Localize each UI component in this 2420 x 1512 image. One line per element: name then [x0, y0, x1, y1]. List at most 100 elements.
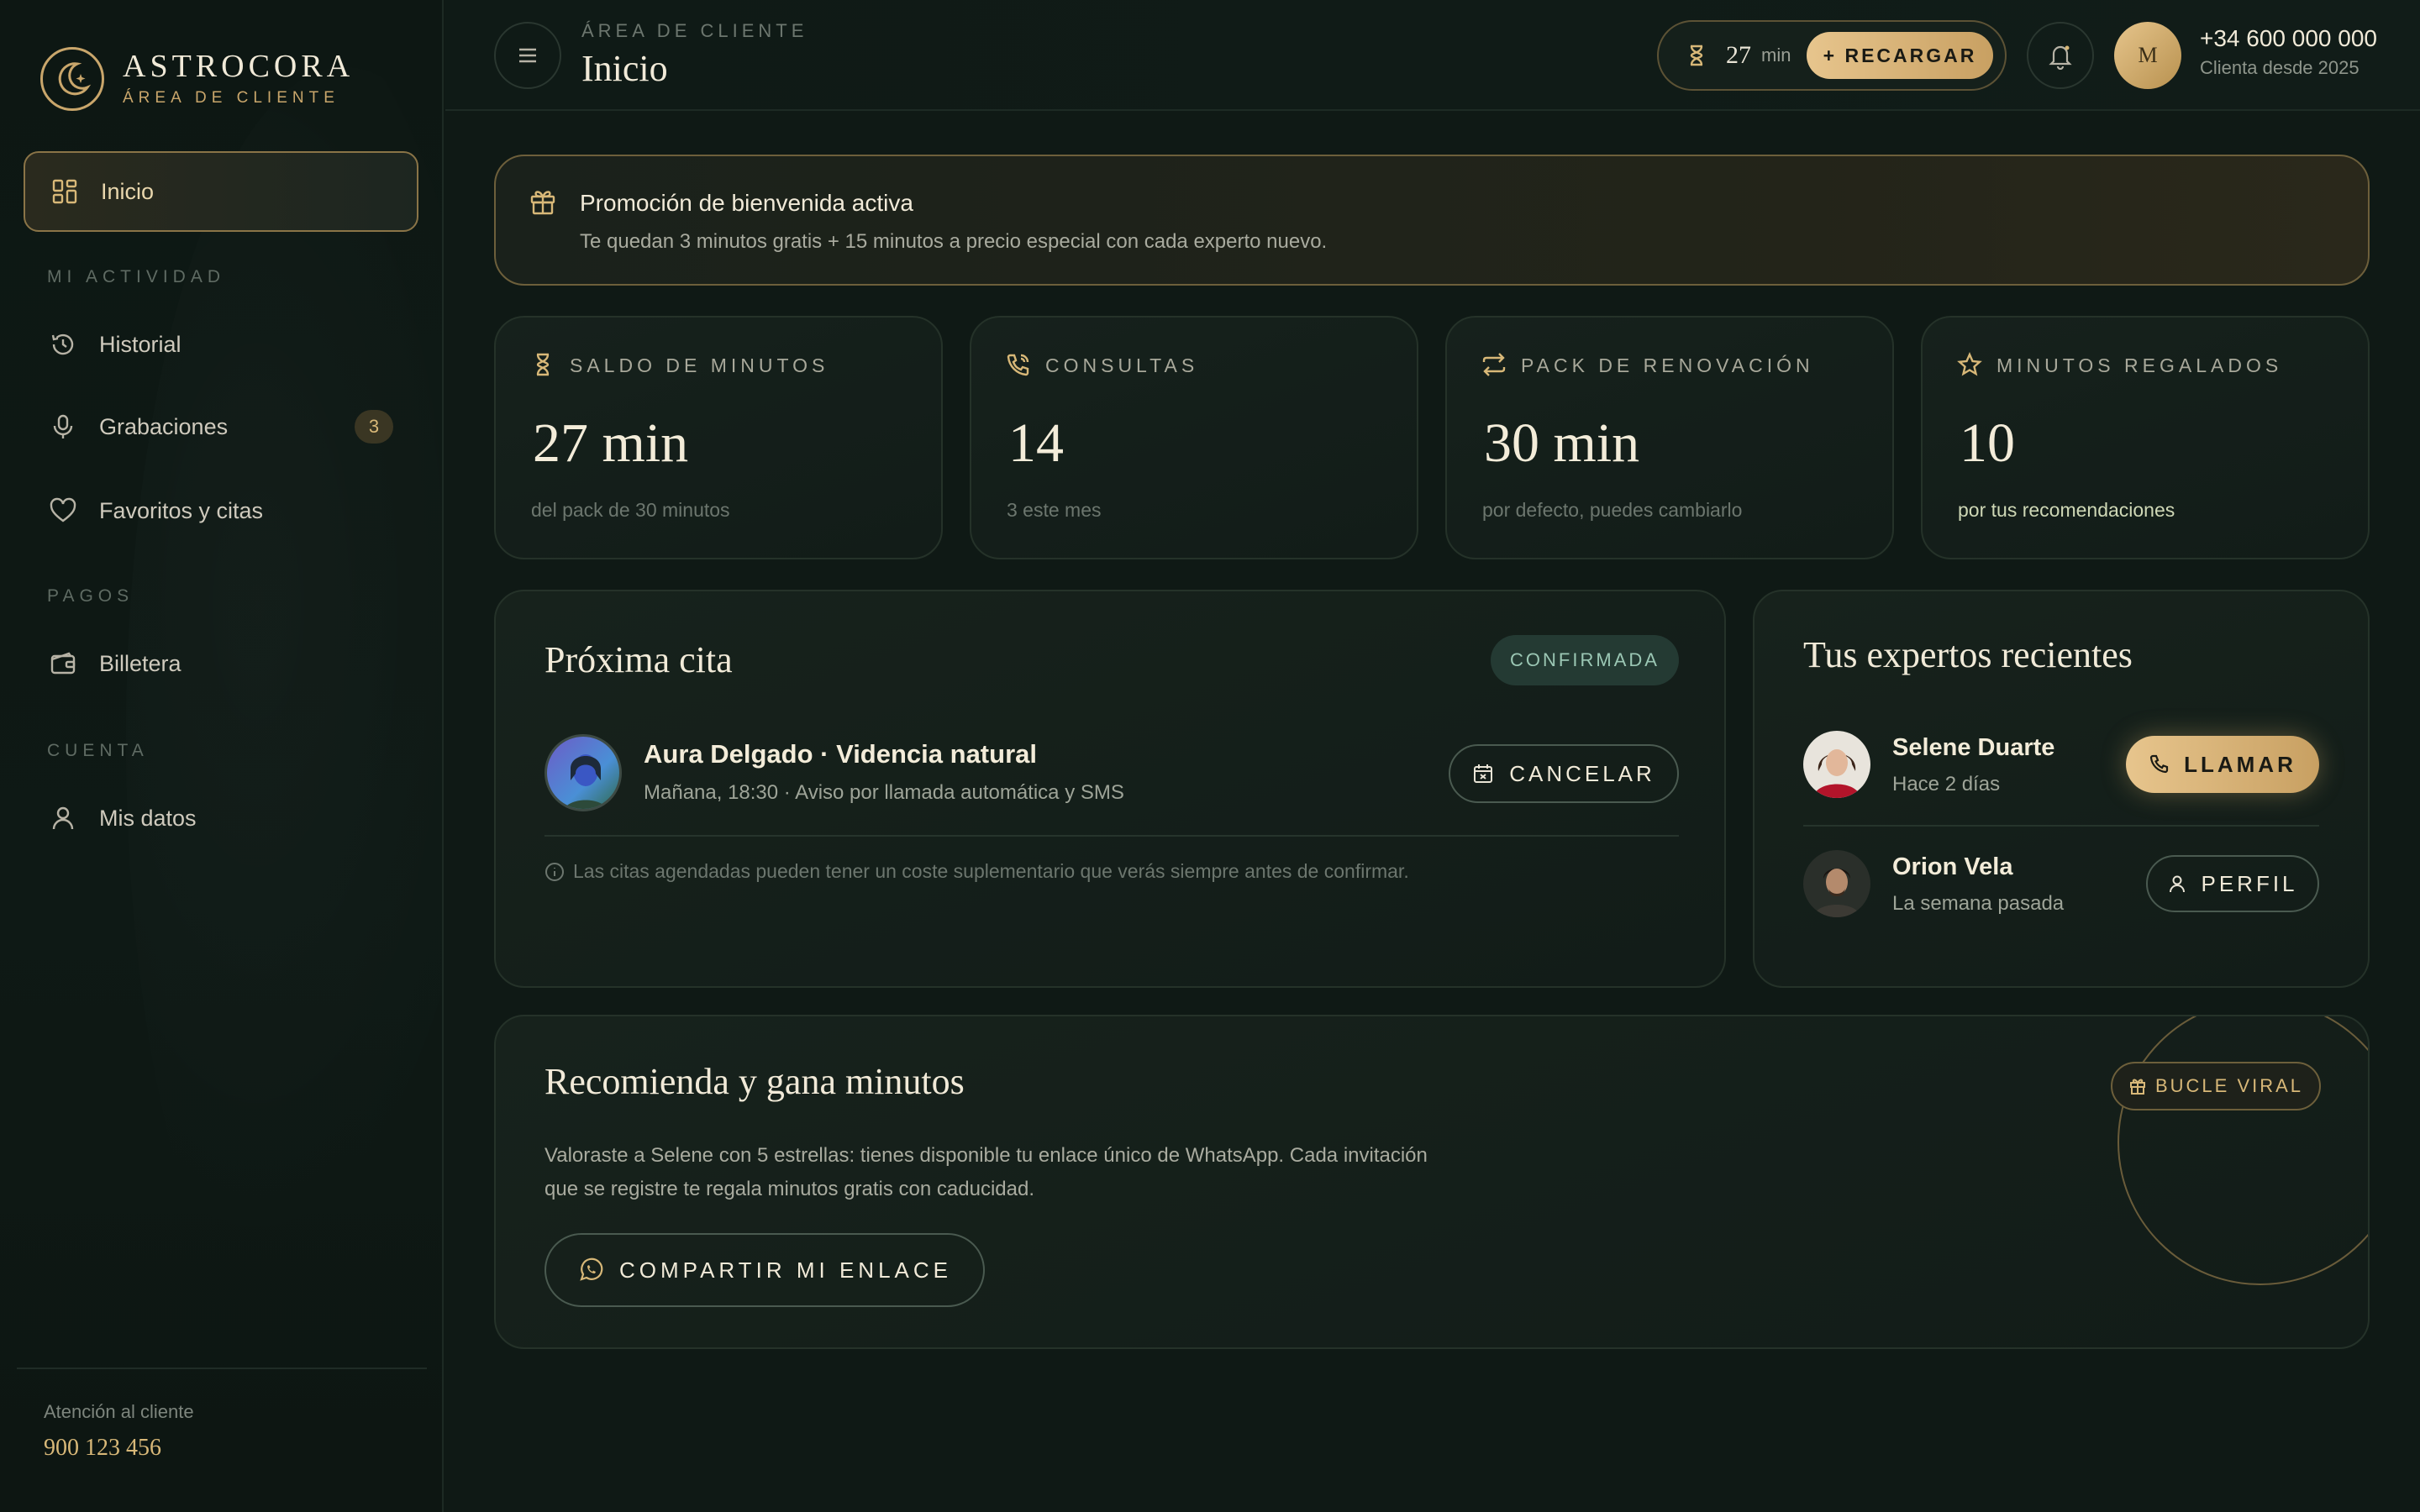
- sidebar-item-historial[interactable]: Historial: [24, 311, 418, 378]
- share-label: COMPARTIR MI ENLACE: [619, 1257, 952, 1283]
- cancel-label: CANCELAR: [1509, 760, 1655, 786]
- sidebar-item-label: Mis datos: [99, 805, 197, 831]
- stat-card-renovacion: PACK DE RENOVACIÓN 30 min por defecto, p…: [1445, 316, 1894, 559]
- next-appointment-card: Próxima cita CONFIRMADA Aura Delgado · V…: [494, 590, 1726, 988]
- status-badge: CONFIRMADA: [1491, 635, 1679, 685]
- avatar[interactable]: M: [2114, 22, 2181, 89]
- user-phone: +34 600 000 000: [2200, 25, 2377, 51]
- recent-experts-card: Tus expertos recientes Selene Duarte Hac…: [1753, 590, 2370, 988]
- cancel-appointment-button[interactable]: CANCELAR: [1449, 744, 1679, 803]
- page-title: Inicio: [581, 48, 668, 89]
- sidebar-item-mis-datos[interactable]: Mis datos: [24, 785, 418, 852]
- sidebar-item-inicio[interactable]: Inicio: [24, 151, 418, 232]
- phone-icon: [2150, 754, 2169, 774]
- gift-icon: [2129, 1079, 2145, 1095]
- stat-card-saldo: SALDO DE MINUTOS 27 min del pack de 30 m…: [494, 316, 943, 559]
- recharge-button[interactable]: + RECARGAR: [1807, 32, 1993, 79]
- header-kicker: ÁREA DE CLIENTE: [581, 20, 808, 41]
- expert-avatar[interactable]: [1803, 850, 1870, 917]
- stat-value: 27 min: [533, 412, 689, 474]
- stat-sub: por defecto, puedes cambiarlo: [1482, 499, 1743, 521]
- stat-sub: por tus recomendaciones: [1958, 499, 2175, 521]
- heart-icon: [50, 497, 76, 522]
- expert-last-contact: La semana pasada: [1892, 892, 2065, 915]
- expert-avatar[interactable]: [1803, 731, 1870, 798]
- stat-label: SALDO DE MINUTOS: [570, 354, 829, 376]
- sidebar-item-label: Historial: [99, 331, 182, 357]
- support-label: Atención al cliente: [44, 1401, 194, 1422]
- divider: [1803, 825, 2319, 827]
- appointment-note: Las citas agendadas pueden tener un cost…: [544, 860, 1409, 883]
- appointment-expert: Aura Delgado · Videncia natural: [644, 739, 1037, 769]
- call-label: LLAMAR: [2184, 751, 2296, 777]
- stat-value: 14: [1008, 412, 1064, 474]
- expert-name[interactable]: Orion Vela: [1892, 853, 2012, 881]
- section-pagos: PAGOS: [47, 586, 134, 606]
- referral-text: Valoraste a Selene con 5 estrellas: tien…: [544, 1144, 1428, 1200]
- user-icon: [2170, 875, 2186, 893]
- call-expert-button[interactable]: LLAMAR: [2126, 736, 2319, 793]
- share-link-button[interactable]: COMPARTIR MI ENLACE: [544, 1233, 985, 1307]
- balance-unit: min: [1761, 45, 1791, 66]
- user-icon: [52, 806, 74, 830]
- hourglass-icon: [1690, 45, 1703, 66]
- sidebar: ASTROCORA ÁREA DE CLIENTE Inicio MI ACTI…: [0, 0, 444, 1512]
- stat-card-consultas: CONSULTAS 14 3 este mes: [970, 316, 1418, 559]
- expert-name[interactable]: Selene Duarte: [1892, 734, 2054, 762]
- calendar-x-icon: [1474, 764, 1493, 783]
- stat-sub: del pack de 30 minutos: [531, 499, 730, 521]
- brand[interactable]: ASTROCORA ÁREA DE CLIENTE: [40, 45, 354, 113]
- promo-title: Promoción de bienvenida activa: [580, 190, 913, 216]
- bell-icon: [2049, 45, 2072, 70]
- referral-card: Recomienda y gana minutos BUCLE VIRAL Va…: [494, 1015, 2370, 1349]
- view-profile-button[interactable]: PERFIL: [2146, 855, 2319, 912]
- section-cuenta: CUENTA: [47, 741, 149, 760]
- stat-value: 10: [1960, 412, 2015, 474]
- stat-value: 30 min: [1484, 412, 1640, 474]
- appointment-note-text: Las citas agendadas pueden tener un cost…: [573, 860, 1409, 882]
- renew-icon: [1482, 353, 1506, 376]
- support-phone[interactable]: 900 123 456: [44, 1435, 161, 1462]
- divider: [544, 835, 1679, 837]
- appointment-time: Mañana, 18:30 · Aviso por llamada automá…: [644, 781, 1124, 804]
- notifications-button[interactable]: [2027, 22, 2094, 89]
- referral-title: Recomienda y gana minutos: [544, 1061, 965, 1102]
- sidebar-item-label: Billetera: [99, 650, 182, 676]
- section-mi-actividad: MI ACTIVIDAD: [47, 267, 226, 286]
- top-header: ÁREA DE CLIENTE Inicio 27 min + RECARGAR…: [445, 0, 2420, 111]
- whatsapp-icon: [580, 1257, 603, 1281]
- expert-avatar[interactable]: [544, 734, 622, 811]
- viral-badge: BUCLE VIRAL: [2111, 1062, 2321, 1110]
- brand-name: ASTROCORA: [123, 49, 355, 84]
- recordings-count-badge: 3: [355, 410, 393, 444]
- stat-label: PACK DE RENOVACIÓN: [1521, 354, 1814, 376]
- balance-value: 27: [1726, 41, 1751, 69]
- sidebar-item-grabaciones[interactable]: Grabaciones 3: [24, 393, 418, 460]
- promo-text: Te quedan 3 minutos gratis + 15 minutos …: [580, 230, 1328, 253]
- sidebar-item-billetera[interactable]: Billetera: [24, 630, 418, 697]
- user-since: Clienta desde 2025: [2200, 57, 2360, 78]
- grid-icon: [52, 179, 77, 204]
- sidebar-item-label: Inicio: [101, 178, 155, 204]
- decorative-circle: [2118, 1016, 2368, 1285]
- phone-call-icon: [1007, 354, 1029, 376]
- minutes-balance: 27 min + RECARGAR: [1657, 20, 2007, 91]
- brand-subtitle: ÁREA DE CLIENTE: [123, 89, 339, 107]
- star-icon: [1957, 352, 1982, 376]
- sidebar-item-label: Favoritos y citas: [99, 497, 264, 523]
- stat-sub: 3 este mes: [1007, 499, 1102, 521]
- moon-logo-icon: [40, 47, 104, 111]
- expert-last-contact: Hace 2 días: [1892, 773, 2001, 795]
- microphone-icon: [53, 414, 73, 438]
- history-icon: [51, 333, 74, 355]
- stat-label: MINUTOS REGALADOS: [1996, 354, 2283, 376]
- wallet-icon: [50, 652, 76, 675]
- hourglass-icon: [536, 353, 550, 376]
- sidebar-item-favoritos[interactable]: Favoritos y citas: [24, 477, 418, 544]
- viral-badge-label: BUCLE VIRAL: [2154, 1075, 2304, 1096]
- info-icon: [545, 862, 564, 881]
- menu-button[interactable]: [494, 22, 561, 89]
- hamburger-icon: [519, 48, 536, 63]
- appointment-title: Próxima cita: [544, 639, 733, 680]
- gift-icon: [530, 191, 555, 215]
